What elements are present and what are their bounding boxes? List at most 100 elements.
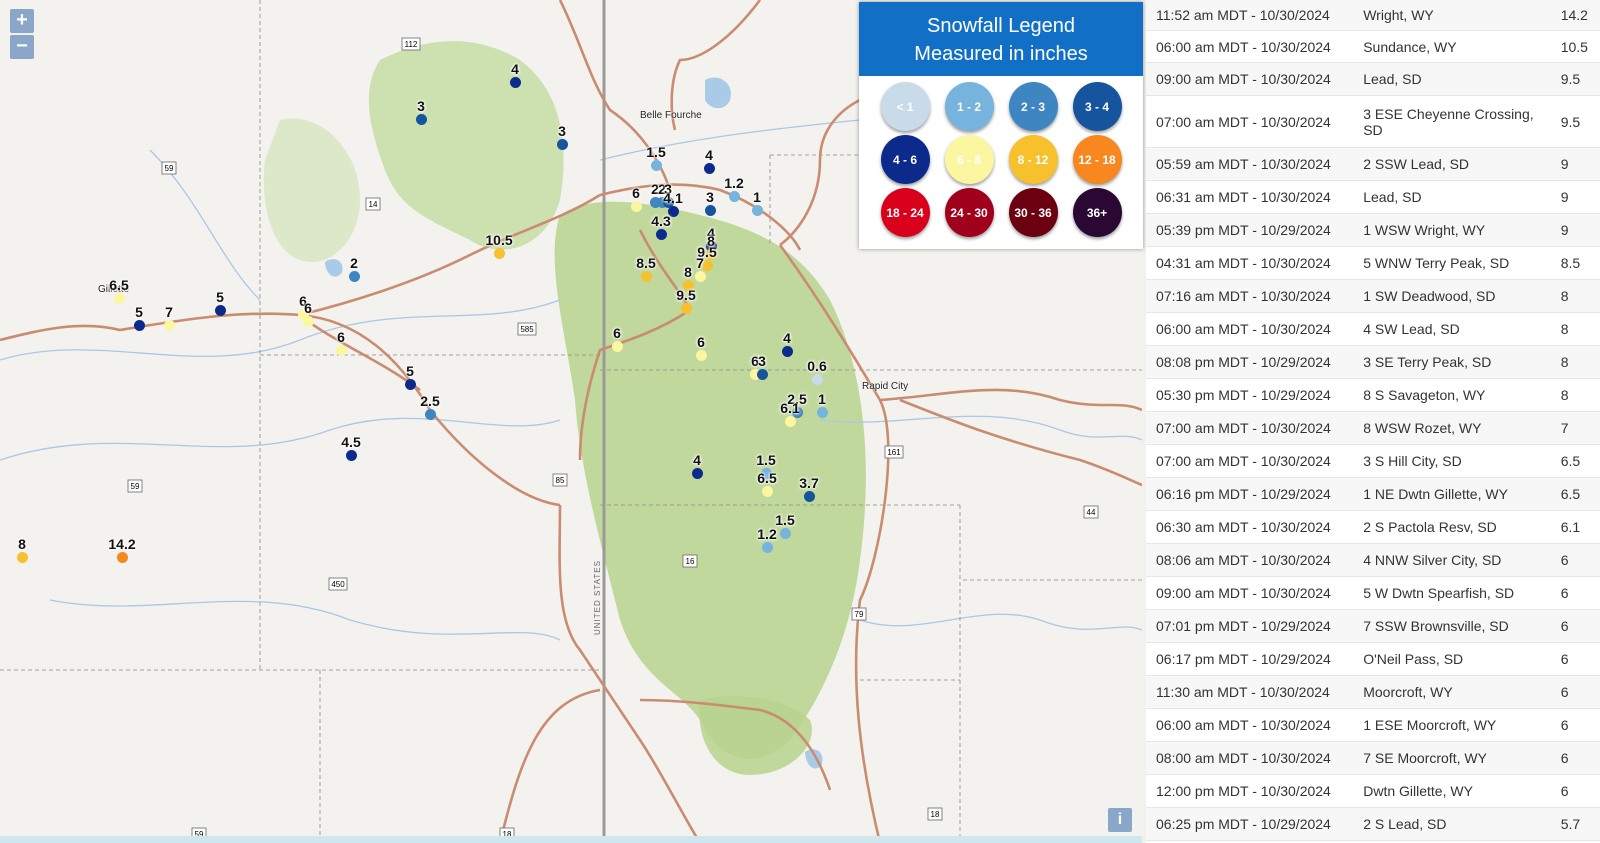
snowfall-marker[interactable] (692, 468, 703, 479)
table-row[interactable]: 05:39 pm MDT - 10/29/2024 1 WSW Wright, W… (1146, 214, 1600, 247)
report-amount: 9.5 (1560, 113, 1581, 130)
snowfall-marker[interactable] (164, 320, 175, 331)
border-text: UNITED STATES (593, 560, 602, 635)
snowfall-marker[interactable] (705, 205, 716, 216)
report-location: 1 WSW Wright, WY (1363, 222, 1486, 238)
snowfall-marker[interactable] (729, 191, 740, 202)
snowfall-marker[interactable] (336, 345, 347, 356)
snowfall-marker[interactable] (681, 303, 692, 314)
snowfall-marker[interactable] (656, 229, 667, 240)
snowfall-marker[interactable] (757, 369, 768, 380)
snowfall-marker-label: 1.2 (757, 526, 777, 542)
table-row[interactable]: 08:00 am MDT - 10/30/2024 7 SE Moorcroft,… (1146, 742, 1600, 775)
snowfall-marker[interactable] (752, 205, 763, 216)
shield-14: 14 (365, 197, 381, 211)
table-row[interactable]: 07:00 am MDT - 10/30/2024 3 S Hill City, … (1146, 445, 1600, 478)
legend-item-3-4: 3 - 4 (1072, 82, 1122, 131)
report-amount: 10.5 (1560, 38, 1588, 55)
table-row[interactable]: 09:00 am MDT - 10/30/2024 5 W Dwtn Spearf… (1146, 577, 1600, 610)
shield-85: 85 (552, 473, 568, 487)
legend-item-4-6: 4 - 6 (880, 135, 930, 184)
table-row[interactable]: 06:00 am MDT - 10/30/2024 1 ESE Moorcroft… (1146, 709, 1600, 742)
snowfall-marker[interactable] (812, 374, 823, 385)
snowfall-marker[interactable] (780, 528, 791, 539)
report-amount: 9 (1560, 189, 1569, 205)
snowfall-marker[interactable] (117, 552, 128, 563)
snowfall-marker[interactable] (416, 114, 427, 125)
snowfall-marker[interactable] (817, 407, 828, 418)
table-row[interactable]: 08:06 am MDT - 10/30/2024 4 NNW Silver Ci… (1146, 544, 1600, 577)
snowfall-report-table[interactable]: 11:52 am MDT - 10/30/2024 Wright, WY 14.2 0… (1146, 0, 1600, 843)
table-row[interactable]: 06:16 pm MDT - 10/29/2024 1 NE Dwtn Gille… (1146, 478, 1600, 511)
snowfall-marker[interactable] (303, 316, 314, 327)
snowfall-marker[interactable] (134, 320, 145, 331)
snowfall-marker-label: 3 (758, 353, 766, 369)
table-row[interactable]: 06:25 pm MDT - 10/29/2024 2 S Lead, SD 5.7 (1146, 808, 1600, 841)
table-row[interactable]: 05:59 am MDT - 10/30/2024 2 SSW Lead, SD 9 (1146, 148, 1600, 181)
snowfall-marker[interactable] (785, 416, 796, 427)
table-row[interactable]: 11:30 am MDT - 10/30/2024 Moorcroft, WY 6 (1146, 676, 1600, 709)
snowfall-marker[interactable] (695, 271, 706, 282)
snowfall-marker[interactable] (696, 350, 707, 361)
snowfall-marker[interactable] (641, 271, 652, 282)
shield-text: 85 (556, 476, 565, 485)
snowfall-marker[interactable] (651, 160, 662, 171)
shield-text: 112 (405, 40, 418, 49)
table-row[interactable]: 06:00 am MDT - 10/30/2024 4 SW Lead, SD 8 (1146, 313, 1600, 346)
report-amount: 8.5 (1560, 255, 1581, 271)
snowfall-marker-label: 6 (337, 329, 345, 345)
table-row[interactable]: 04:31 am MDT - 10/30/2024 5 WNW Terry Pea… (1146, 247, 1600, 280)
table-row[interactable]: 06:17 pm MDT - 10/29/2024 O'Neil Pass, SD… (1146, 643, 1600, 676)
snowfall-marker[interactable] (405, 379, 416, 390)
snowfall-marker[interactable] (631, 201, 642, 212)
snowfall-marker[interactable] (346, 450, 357, 461)
table-row[interactable]: 06:00 am MDT - 10/30/2024 Sundance, WY 10.… (1146, 31, 1600, 63)
table-row[interactable]: 09:00 am MDT - 10/30/2024 Lead, SD 9.5 (1146, 63, 1600, 96)
snowfall-marker[interactable] (349, 271, 360, 282)
legend-item-24-30: 24 - 30 (944, 188, 994, 237)
table-row[interactable]: 06:31 am MDT - 10/30/2024 Lead, SD 9 (1146, 181, 1600, 214)
report-location: 8 S Savageton, WY (1363, 387, 1486, 403)
snowfall-marker[interactable] (510, 77, 521, 88)
snowfall-marker[interactable] (215, 305, 226, 316)
report-location: 2 S Lead, SD (1363, 816, 1447, 832)
report-time: 05:59 am MDT - 10/30/2024 (1156, 156, 1331, 172)
snowfall-marker[interactable] (612, 341, 623, 352)
shield-585: 585 (517, 322, 537, 336)
table-row[interactable]: 07:01 pm MDT - 10/29/2024 7 SSW Brownsvil… (1146, 610, 1600, 643)
table-row[interactable]: 05:30 pm MDT - 10/29/2024 8 S Savageton, … (1146, 379, 1600, 412)
snowfall-marker-label: 4 (693, 452, 701, 468)
report-location: 7 SE Moorcroft, WY (1363, 750, 1487, 766)
legend-item-2-3: 2 - 3 (1008, 82, 1058, 131)
table-row[interactable]: 11:52 am MDT - 10/30/2024 Wright, WY 14.2 (1146, 0, 1600, 31)
report-time: 06:25 pm MDT - 10/29/2024 (1156, 816, 1331, 832)
report-amount: 9.5 (1560, 71, 1581, 87)
snowfall-marker[interactable] (704, 163, 715, 174)
report-time: 11:30 am MDT - 10/30/2024 (1156, 684, 1330, 700)
table-row[interactable]: 12:00 pm MDT - 10/30/2024 Dwtn Gillette, … (1146, 775, 1600, 808)
snowfall-marker[interactable] (762, 486, 773, 497)
snowfall-marker-label: 5 (406, 363, 414, 379)
table-row[interactable]: 06:30 am MDT - 10/30/2024 2 S Pactola Res… (1146, 511, 1600, 544)
snowfall-marker-label: 6.1 (780, 400, 800, 416)
zoom-out-button[interactable]: − (10, 35, 34, 59)
snowfall-marker[interactable] (425, 409, 436, 420)
snowfall-marker[interactable] (782, 346, 793, 357)
table-row[interactable]: 07:00 am MDT - 10/30/2024 3 ESE Cheyenne … (1146, 96, 1600, 148)
table-row[interactable]: 08:08 pm MDT - 10/29/2024 3 SE Terry Peak… (1146, 346, 1600, 379)
report-location: 2 S Pactola Resv, SD (1363, 519, 1497, 535)
snowfall-marker[interactable] (494, 248, 505, 259)
snowfall-marker[interactable] (762, 542, 773, 553)
zoom-in-button[interactable]: + (10, 9, 34, 33)
snowfall-marker-label: 8.5 (636, 255, 656, 271)
snowfall-marker[interactable] (114, 293, 125, 304)
snowfall-marker[interactable] (557, 139, 568, 150)
table-row[interactable]: 07:00 am MDT - 10/30/2024 8 WSW Rozet, WY… (1146, 412, 1600, 445)
table-row[interactable]: 07:16 am MDT - 10/30/2024 1 SW Deadwood, … (1146, 280, 1600, 313)
belle-fourche-reservoir (705, 77, 731, 109)
report-time: 06:16 pm MDT - 10/29/2024 (1156, 486, 1331, 502)
snowfall-marker[interactable] (17, 552, 28, 563)
snowfall-marker[interactable] (804, 491, 815, 502)
info-button[interactable]: i (1108, 808, 1132, 832)
snowfall-marker-label: 10.5 (485, 232, 513, 248)
